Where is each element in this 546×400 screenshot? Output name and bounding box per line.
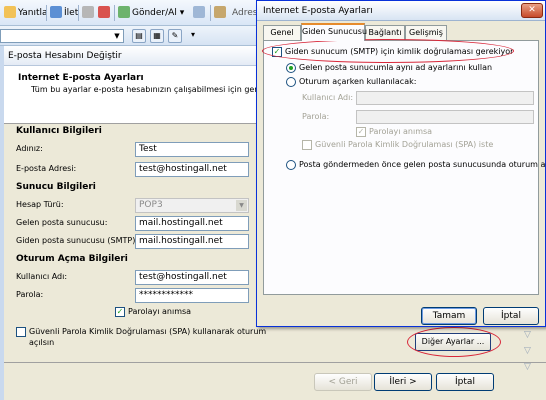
user-info-section-title: Kullanıcı Bilgileri [16, 126, 102, 136]
remember-password-label: Parolayı anımsa [128, 307, 192, 316]
address-book-icon [214, 6, 226, 18]
next-button[interactable]: İleri > [374, 373, 432, 391]
remember-password-checkbox[interactable]: ✓ [115, 307, 125, 317]
password-input[interactable]: ************ [135, 288, 249, 303]
tab-connection[interactable]: Bağlantı [365, 25, 405, 40]
address-book-button[interactable] [214, 5, 228, 21]
spa-label-line2: açılsın [29, 338, 55, 347]
chevron-down-icon: ▼ [236, 200, 247, 211]
toolbar-separator [114, 5, 115, 21]
tab-advanced[interactable]: Gelişmiş [405, 25, 447, 40]
spa-checkbox[interactable] [16, 327, 26, 337]
reply-icon [4, 6, 16, 18]
login-before-send-label: Posta göndermeden önce gelen posta sunuc… [299, 160, 546, 169]
close-icon: ✕ [528, 5, 536, 15]
smtp-password-input [356, 110, 534, 124]
password-label: Parola: [16, 290, 44, 299]
print-button[interactable] [82, 5, 96, 21]
filter-icon[interactable]: ✎ [168, 29, 182, 43]
outgoing-server-panel: ✓ Giden sunucum (SMTP) için kimlik doğru… [263, 40, 546, 295]
smtp-username-label: Kullanıcı Adı: [302, 93, 354, 102]
reply-label: Yanıtla [18, 8, 48, 18]
mail-flag-icon: ▽ [524, 362, 531, 372]
ok-button[interactable]: Tamam [421, 307, 477, 325]
options-icon[interactable]: ▾ [186, 29, 200, 43]
forward-label: İlet [64, 8, 79, 18]
send-receive-button[interactable]: Gönder/Al ▾ [118, 5, 184, 21]
smtp-password-label: Parola: [302, 112, 330, 121]
email-input[interactable]: test@hostingall.net [135, 162, 249, 177]
incoming-server-label: Gelen posta sunucusu: [16, 218, 108, 227]
name-label: Adınız: [16, 144, 43, 153]
highlight-circle-smtp-auth [262, 39, 514, 63]
toolbar-separator [78, 5, 79, 21]
forward-button[interactable]: İlet [50, 5, 78, 21]
toolbar-separator [46, 5, 47, 21]
email-label: E-posta Adresi: [16, 164, 77, 173]
tab-general[interactable]: Genel [263, 25, 301, 40]
incoming-server-input[interactable]: mail.hostingall.net [135, 216, 249, 231]
flag-button[interactable] [98, 5, 112, 21]
chevron-down-icon: ▼ [114, 32, 120, 40]
flag-icon [98, 6, 110, 18]
spa-label-line1: Güvenli Parola Kimlik Doğrulaması (SPA) … [29, 327, 267, 336]
account-dialog-footer: < Geri İleri > İptal [4, 362, 546, 400]
smtp-username-input [356, 91, 534, 105]
mail-flag-icon: ▽ [524, 346, 531, 356]
send-receive-icon [118, 6, 130, 18]
cancel-button[interactable]: İptal [436, 373, 494, 391]
smtp-remember-checkbox: ✓ [356, 127, 366, 137]
outgoing-server-input[interactable]: mail.hostingall.net [135, 234, 249, 249]
account-type-select: POP3 ▼ [135, 198, 249, 213]
close-button[interactable]: ✕ [521, 3, 543, 18]
login-using-radio[interactable] [286, 77, 296, 87]
print-icon [82, 6, 94, 18]
same-settings-label: Gelen posta sunucumla aynı ad ayarlarını… [299, 63, 493, 72]
highlight-circle-more-settings [407, 327, 501, 357]
smtp-remember-label: Parolayı anımsa [369, 127, 433, 136]
account-type-label: Hesap Türü: [16, 200, 64, 209]
toolbar-separator [210, 5, 211, 21]
header-subtitle: Tüm bu ayarlar e-posta hesabınızın çalış… [31, 85, 284, 94]
account-type-value: POP3 [139, 200, 163, 210]
find-button[interactable] [193, 5, 207, 21]
settings-cancel-button[interactable]: İptal [483, 307, 539, 325]
server-info-section-title: Sunucu Bilgileri [16, 182, 96, 192]
header-title: Internet E-posta Ayarları [18, 73, 144, 83]
forward-icon [50, 6, 62, 18]
settings-dialog-title: Internet E-posta Ayarları [257, 1, 545, 21]
back-button[interactable]: < Geri [314, 373, 372, 391]
reply-button[interactable]: Yanıtla [4, 5, 48, 21]
rules-icon[interactable]: ▦ [150, 29, 164, 43]
same-settings-radio[interactable] [286, 63, 296, 73]
outgoing-server-label: Giden posta sunucusu (SMTP): [16, 236, 139, 245]
find-icon [193, 6, 205, 18]
send-receive-label: Gönder/Al [132, 8, 177, 18]
folder-combo[interactable]: ▼ [0, 29, 124, 43]
mail-flag-icon: ▽ [524, 330, 531, 340]
name-input[interactable]: Test [135, 142, 249, 157]
username-label: Kullanıcı Adı: [16, 272, 68, 281]
address-label: Adres [232, 8, 258, 18]
login-using-label: Oturum açarken kullanılacak: [299, 77, 417, 86]
username-input[interactable]: test@hostingall.net [135, 270, 249, 285]
tab-outgoing-server[interactable]: Giden Sunucusu [301, 23, 367, 41]
login-info-section-title: Oturum Açma Bilgileri [16, 254, 128, 264]
smtp-spa-checkbox [302, 140, 312, 150]
smtp-spa-label: Güvenli Parola Kimlik Doğrulaması (SPA) … [315, 140, 494, 149]
view-icon[interactable]: ▤ [132, 29, 146, 43]
login-before-send-radio[interactable] [286, 160, 296, 170]
